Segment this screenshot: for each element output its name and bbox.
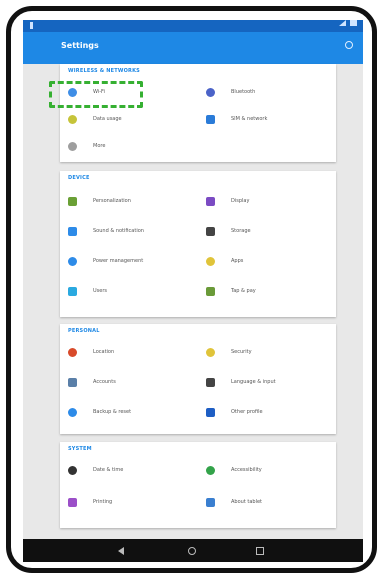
tile-accessibility[interactable]: Accessibility (198, 460, 328, 480)
tile-label: Language & input (231, 379, 276, 385)
security-icon (206, 347, 215, 357)
bluetooth-icon (206, 87, 215, 97)
tile-label: Other profile (231, 409, 263, 415)
tile-label: Storage (231, 228, 251, 234)
tile-label: Power management (93, 258, 144, 264)
status-bar (23, 20, 363, 32)
section-personal: PERSONAL Location Security Accounts Lang… (60, 324, 336, 434)
backup-icon (68, 407, 77, 417)
date-time-icon (68, 465, 77, 475)
status-icons (339, 20, 357, 26)
tile-sound[interactable]: Sound & notification (60, 221, 190, 241)
more-icon (68, 141, 77, 151)
power-icon (68, 256, 77, 266)
wifi-highlight-box (49, 81, 143, 108)
section-title: DEVICE (68, 175, 90, 181)
tile-data-usage[interactable]: Data usage (60, 109, 190, 129)
tile-storage[interactable]: Storage (198, 221, 328, 241)
tile-label: Sound & notification (93, 228, 144, 234)
tile-label: About tablet (231, 499, 262, 505)
section-device: DEVICE Personalization Display Sound & n… (60, 171, 336, 317)
accounts-icon (68, 377, 77, 387)
location-icon (68, 347, 77, 357)
section-system: SYSTEM Date & time Accessibility Printin… (60, 442, 336, 528)
section-title: PERSONAL (68, 328, 100, 334)
navigation-bar (23, 539, 363, 562)
tile-accounts[interactable]: Accounts (60, 372, 190, 392)
tile-label: Printing (93, 499, 113, 505)
personalization-icon (68, 196, 77, 206)
home-icon[interactable] (188, 547, 196, 555)
page-title: Settings (61, 41, 99, 50)
tile-label: Security (231, 349, 252, 355)
tile-security[interactable]: Security (198, 342, 328, 362)
sim-card-icon (206, 114, 215, 124)
language-icon (206, 377, 215, 387)
tile-bluetooth[interactable]: Bluetooth (198, 82, 328, 102)
tile-location[interactable]: Location (60, 342, 190, 362)
recent-apps-icon[interactable] (256, 547, 264, 555)
about-tablet-icon (206, 497, 215, 507)
data-usage-icon (68, 114, 77, 124)
tile-other-profile[interactable]: Other profile (198, 402, 328, 422)
settings-list[interactable]: WIRELESS & NETWORKS Wi-Fi Bluetooth Data… (23, 64, 363, 539)
profile-icon (206, 407, 215, 417)
apps-icon (206, 256, 215, 266)
search-icon[interactable] (345, 41, 353, 49)
tile-label: Personalization (93, 198, 131, 204)
tile-label: Apps (231, 258, 244, 264)
tile-backup[interactable]: Backup & reset (60, 402, 190, 422)
tile-more[interactable]: More (60, 136, 190, 156)
tile-date-time[interactable]: Date & time (60, 460, 190, 480)
tile-label: Tap & pay (231, 288, 256, 294)
tile-label: More (93, 143, 106, 149)
tile-label: Location (93, 349, 115, 355)
section-wireless: WIRELESS & NETWORKS Wi-Fi Bluetooth Data… (60, 64, 336, 162)
tile-printing[interactable]: Printing (60, 492, 190, 512)
display-icon (206, 196, 215, 206)
tile-language[interactable]: Language & input (198, 372, 328, 392)
tile-label: Data usage (93, 116, 122, 122)
battery-icon (350, 20, 357, 26)
sound-icon (68, 226, 77, 236)
storage-icon (206, 226, 215, 236)
tile-label: Date & time (93, 467, 124, 473)
tile-display[interactable]: Display (198, 191, 328, 211)
tile-power[interactable]: Power management (60, 251, 190, 271)
back-icon[interactable] (118, 547, 124, 555)
tile-label: Backup & reset (93, 409, 132, 415)
tap-pay-icon (206, 286, 215, 296)
tile-personalization[interactable]: Personalization (60, 191, 190, 211)
tile-users[interactable]: Users (60, 281, 190, 301)
section-title: WIRELESS & NETWORKS (68, 68, 140, 74)
tile-tap-pay[interactable]: Tap & pay (198, 281, 328, 301)
tile-label: Users (93, 288, 108, 294)
accessibility-icon (206, 465, 215, 475)
tile-apps[interactable]: Apps (198, 251, 328, 271)
tile-label: Accessibility (231, 467, 262, 473)
tile-label: Accounts (93, 379, 116, 385)
app-toolbar: Settings (23, 32, 363, 64)
tile-sim-network[interactable]: SIM & network (198, 109, 328, 129)
tile-label: Display (231, 198, 250, 204)
section-title: SYSTEM (68, 446, 92, 452)
signal-icon (339, 20, 346, 26)
printing-icon (68, 497, 77, 507)
tile-about-tablet[interactable]: About tablet (198, 492, 328, 512)
notification-icon (30, 22, 33, 29)
users-icon (68, 286, 77, 296)
tile-label: Bluetooth (231, 89, 256, 95)
tile-label: SIM & network (231, 116, 268, 122)
